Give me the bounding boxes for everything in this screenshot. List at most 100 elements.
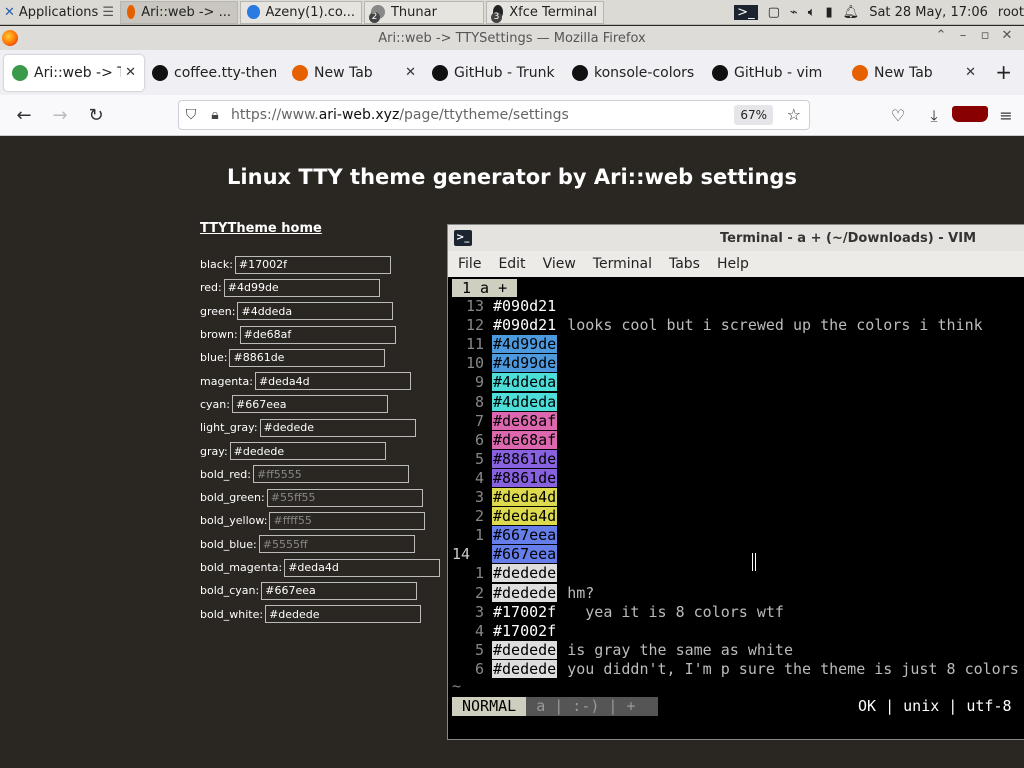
vim-line: 5 #8861de (448, 449, 558, 469)
browser-tab[interactable]: GitHub - Trunk (424, 55, 564, 91)
color-input[interactable] (237, 302, 394, 321)
tab-bar: Ari::web -> TTYSettings ✕ coffee.tty-theme… (0, 50, 1024, 95)
color-input[interactable] (229, 442, 386, 461)
hex-color-text: #de68af (492, 411, 558, 430)
browser-tab[interactable]: coffee.tty-themes (144, 55, 284, 91)
hex-color-text: #4d99de (492, 335, 558, 354)
url-bar[interactable]: ⛉ 🔒︎ https://www. ari-web.xyz/page/ttythe… (178, 100, 810, 130)
favicon-icon (852, 64, 868, 81)
vim-line: 1 #667eea (448, 526, 558, 545)
color-input[interactable] (239, 325, 396, 344)
terminal-menubar: File Edit View Terminal Tabs Help (448, 251, 1024, 277)
line-number: 3 (474, 602, 484, 621)
window-titlebar: Ari::web -> TTYSettings — Mozilla Firefo… (0, 26, 1024, 50)
setting-label: bold_cyan: (200, 584, 260, 598)
taskbar-item-label: Xfce Terminal (509, 4, 597, 20)
color-input[interactable] (254, 372, 411, 391)
terminal-menu-item[interactable]: Terminal (593, 256, 652, 272)
browser-tab[interactable]: New Tab ✕ (844, 55, 984, 91)
line-number: 5 (474, 640, 484, 659)
shield-icon[interactable]: ⛉ (179, 107, 203, 123)
close-window-button[interactable]: ✕ (996, 28, 1018, 43)
battery-icon[interactable]: ▮ (826, 5, 833, 20)
vim-buffer[interactable]: 1 a + 13 #090d21 12 #090d21 looks cool but i… (448, 277, 1024, 739)
setting-label: bold_blue: (200, 537, 257, 551)
color-input[interactable] (269, 511, 426, 530)
hex-color-text: #090d21 (492, 316, 558, 335)
color-input[interactable] (231, 395, 388, 414)
minimize-button[interactable]: – (952, 28, 974, 43)
vim-line: 1 #dedede (448, 564, 558, 583)
reload-button[interactable]: ↻ (78, 105, 114, 126)
notification-icon[interactable]: 🔔︎ (843, 5, 860, 20)
forward-button[interactable]: → (42, 105, 78, 126)
hex-color-text: #4ddeda (492, 392, 558, 411)
xfce-panel: ✕ Applications ☰ Ari::web -> ... Azeny(1)… (0, 0, 1024, 25)
ublock-icon[interactable] (952, 105, 988, 126)
terminal-menu-item[interactable]: View (543, 256, 576, 272)
browser-tab[interactable]: New Tab ✕ (284, 55, 424, 91)
terminal-menu-item[interactable]: Tabs (669, 256, 700, 272)
close-tab-icon[interactable]: ✕ (125, 65, 136, 80)
network-icon[interactable]: ⌁ (790, 5, 798, 20)
color-input[interactable] (265, 605, 422, 624)
tab-label: New Tab (874, 64, 933, 81)
close-tab-icon[interactable]: ✕ (405, 65, 416, 80)
hex-color-text: #667eea (492, 526, 558, 545)
color-input[interactable] (258, 535, 415, 554)
close-tab-icon[interactable]: ✕ (965, 65, 976, 80)
clock[interactable]: Sat 28 May, 17:06 (869, 5, 988, 20)
terminal-menu-item[interactable]: Help (717, 256, 749, 272)
terminal-window[interactable]: >_ Terminal - a + (~/Downloads) - VIM Fi… (447, 224, 1024, 740)
terminal-menu-item[interactable]: Edit (498, 256, 525, 272)
taskbar-item-label: Azeny(1).co... (265, 4, 355, 20)
setting-row: cyan: (200, 393, 440, 416)
color-input[interactable] (261, 581, 418, 600)
terminal-tray-icon[interactable]: >_ (734, 4, 758, 20)
vim-line: 14 #667eea (448, 545, 558, 564)
terminal-titlebar[interactable]: >_ Terminal - a + (~/Downloads) - VIM (448, 225, 1024, 251)
window-count-badge: 2 (368, 11, 380, 23)
browser-tab[interactable]: Ari::web -> TTYSettings ✕ (4, 54, 144, 91)
color-input[interactable] (266, 488, 423, 507)
system-tray: >_ ▢ ⌁ 🔈︎ ▮ 🔔︎ Sat 28 May, 17:06 root (729, 0, 1024, 25)
url-path: /page/ttytheme/settings (399, 107, 569, 123)
hamburger-menu-icon[interactable]: ≡ (988, 106, 1024, 125)
applications-menu[interactable]: ✕ Applications ☰ (0, 0, 118, 25)
xfce-logo-icon: ✕ (4, 4, 15, 20)
line-number: 1 (474, 526, 484, 545)
workspace-icon[interactable]: ▢ (768, 5, 780, 20)
line-number: 9 (474, 373, 484, 392)
user-label[interactable]: root (998, 5, 1024, 20)
color-input[interactable] (284, 558, 441, 577)
downloads-icon[interactable]: ⤓ (916, 106, 952, 126)
color-input[interactable] (253, 465, 409, 484)
chevron-up-icon[interactable]: ⌃ (930, 28, 952, 43)
volume-icon[interactable]: 🔈︎ (808, 5, 816, 20)
taskbar-item[interactable]: Azeny(1).co... (239, 0, 362, 24)
color-input[interactable] (223, 278, 380, 297)
terminal-menu-item[interactable]: File (458, 256, 481, 272)
pocket-icon[interactable]: ♡ (880, 106, 916, 125)
favicon-icon (292, 64, 308, 81)
firefox-icon (2, 30, 18, 46)
taskbar-item[interactable]: 3 Xfce Terminal (485, 0, 604, 24)
taskbar-item[interactable]: 2 Thunar (363, 0, 484, 24)
setting-row: gray: (200, 439, 440, 462)
color-input[interactable] (234, 255, 391, 274)
maximize-button[interactable]: ▫ (974, 28, 996, 43)
line-number: 5 (474, 449, 484, 468)
ttytheme-home-link[interactable]: TTYTheme home (200, 221, 322, 236)
browser-tab[interactable]: konsole-colors (564, 55, 704, 91)
back-button[interactable]: ← (6, 105, 42, 126)
lock-icon[interactable]: 🔒︎ (203, 107, 227, 123)
bookmark-star-icon[interactable]: ☆ (787, 105, 801, 124)
hex-color-text: #de68af (492, 430, 558, 449)
vim-tab[interactable]: 1 a + (452, 279, 518, 297)
color-input[interactable] (259, 418, 416, 437)
zoom-indicator[interactable]: 67% (734, 105, 773, 125)
taskbar-item[interactable]: Ari::web -> ... (119, 0, 238, 24)
color-input[interactable] (229, 348, 386, 367)
browser-tab[interactable]: GitHub - vim (704, 55, 844, 91)
new-tab-button[interactable]: + (995, 60, 1012, 84)
